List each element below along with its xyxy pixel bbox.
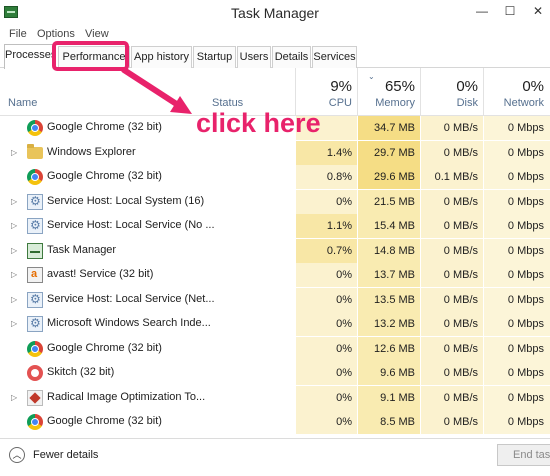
annotation-arrow — [121, 67, 192, 114]
click-here-callout: click here — [196, 108, 321, 138]
